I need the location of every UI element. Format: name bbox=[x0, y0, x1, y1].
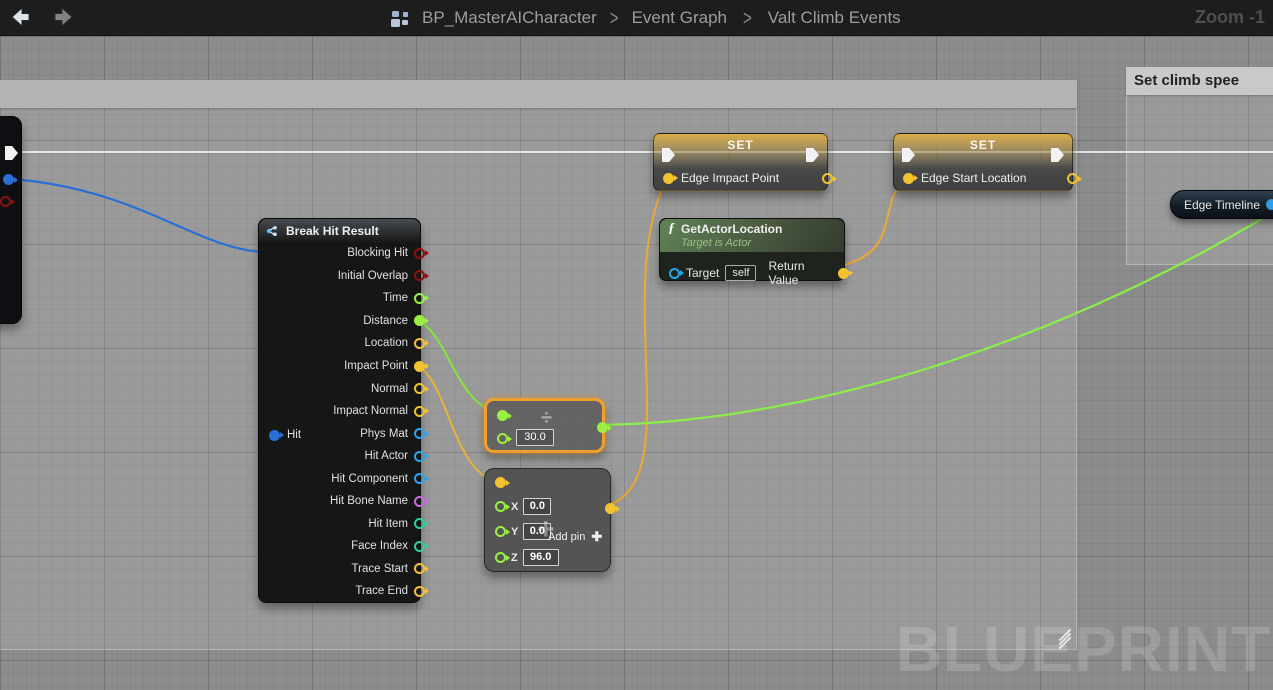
pin-label: Trace Start bbox=[352, 563, 408, 575]
node-add-vector[interactable]: + X 0.0 Y 0.0 Z 96.0 Add pin ✚ bbox=[484, 468, 611, 572]
pin-label: Edge Impact Point bbox=[681, 171, 779, 185]
function-icon: ƒ bbox=[668, 222, 675, 236]
divide-operator-glyph: ÷ bbox=[541, 407, 552, 430]
node-edge-timeline[interactable]: Edge Timeline bbox=[1170, 190, 1273, 219]
hit-bone-name-pin[interactable] bbox=[414, 496, 425, 507]
node-divide[interactable]: ÷ 30.0 bbox=[484, 398, 605, 453]
alignment-guide-line bbox=[0, 151, 1273, 153]
node-title: SET bbox=[894, 138, 1072, 152]
vector-input-pin[interactable] bbox=[495, 477, 506, 488]
node-subtitle: Target is Actor bbox=[681, 237, 782, 249]
blocking-hit-pin[interactable] bbox=[414, 248, 425, 259]
axis-label: X bbox=[511, 501, 518, 513]
node-title: GetActorLocation bbox=[681, 222, 782, 236]
pin-label: Trace End bbox=[355, 585, 408, 597]
pin-label: Phys Mat bbox=[360, 428, 408, 440]
pin-label: Blocking Hit bbox=[347, 247, 408, 259]
location-pin[interactable] bbox=[414, 338, 425, 349]
comment-box-climb-header[interactable]: Set climb spee bbox=[1126, 67, 1273, 95]
breadcrumb: BP_MasterAICharacter > Event Graph > Val… bbox=[390, 0, 901, 36]
node-set-edge-start-location[interactable]: SET Edge Start Location bbox=[893, 133, 1073, 191]
dividend-input-pin[interactable] bbox=[497, 410, 508, 421]
target-self-field[interactable]: self bbox=[725, 265, 756, 281]
divisor-input-pin[interactable] bbox=[497, 433, 508, 444]
y-input-pin[interactable] bbox=[495, 526, 506, 537]
break-struct-icon bbox=[266, 225, 280, 237]
add-pin-label: Add pin bbox=[548, 531, 585, 543]
pin-label: Target bbox=[686, 266, 719, 280]
node-set-edge-impact-point[interactable]: SET Edge Impact Point bbox=[653, 133, 828, 191]
title-bar: BP_MasterAICharacter > Event Graph > Val… bbox=[0, 0, 1273, 36]
comment-box-main-header[interactable] bbox=[0, 80, 1077, 108]
value-input-pin[interactable] bbox=[903, 173, 914, 184]
target-input-pin[interactable] bbox=[669, 268, 680, 279]
node-header: ƒ GetActorLocation Target is Actor bbox=[660, 219, 844, 252]
pin-label: Edge Start Location bbox=[921, 171, 1026, 185]
comment-resize-handle[interactable] bbox=[1057, 632, 1073, 646]
node-title: SET bbox=[654, 138, 827, 152]
output-pin-list: Blocking Hit Initial Overlap Time Distan… bbox=[259, 242, 420, 603]
comment-box-climb-body bbox=[1126, 95, 1273, 265]
clipped-left-node[interactable] bbox=[0, 116, 22, 324]
axis-label: Z bbox=[511, 552, 518, 564]
add-pin-button[interactable]: Add pin ✚ bbox=[548, 529, 602, 545]
impact-point-pin[interactable] bbox=[414, 361, 425, 372]
node-get-actor-location[interactable]: ƒ GetActorLocation Target is Actor Targe… bbox=[659, 218, 845, 281]
pin-label: Face Index bbox=[351, 540, 408, 552]
pin-label: Hit Component bbox=[331, 473, 408, 485]
x-input-pin[interactable] bbox=[495, 501, 506, 512]
plus-icon: ✚ bbox=[591, 529, 602, 545]
zoom-level-indicator: Zoom -1 bbox=[1195, 7, 1265, 28]
bool-out-pin[interactable] bbox=[0, 196, 11, 207]
z-value-field[interactable]: 96.0 bbox=[523, 549, 559, 566]
blueprint-asset-icon bbox=[390, 10, 410, 27]
breadcrumb-separator: > bbox=[610, 6, 619, 30]
hit-actor-pin[interactable] bbox=[414, 451, 425, 462]
value-input-pin[interactable] bbox=[663, 173, 674, 184]
value-output-pin[interactable] bbox=[1067, 173, 1078, 184]
result-output-pin[interactable] bbox=[597, 422, 608, 433]
return-value-pin[interactable] bbox=[838, 268, 849, 279]
z-input-pin[interactable] bbox=[495, 552, 506, 563]
pin-label: Distance bbox=[363, 315, 408, 327]
trace-end-pin[interactable] bbox=[414, 586, 425, 597]
back-arrow-button[interactable] bbox=[8, 5, 32, 29]
pin-label: Impact Normal bbox=[333, 405, 408, 417]
normal-pin[interactable] bbox=[414, 383, 425, 394]
value-output-pin[interactable] bbox=[822, 173, 833, 184]
forward-arrow-button[interactable] bbox=[52, 5, 76, 29]
axis-label: Y bbox=[511, 526, 518, 538]
graph-canvas[interactable]: BLUEPRINT Set climb spee bbox=[0, 36, 1273, 690]
breadcrumb-subgraph[interactable]: Valt Climb Events bbox=[768, 8, 901, 28]
x-value-field[interactable]: 0.0 bbox=[523, 498, 551, 515]
divisor-value-field[interactable]: 30.0 bbox=[516, 429, 554, 446]
pin-label: Hit Actor bbox=[365, 450, 408, 462]
node-title: Edge Timeline bbox=[1184, 198, 1260, 212]
pin-label: Hit Bone Name bbox=[330, 495, 408, 507]
node-title: Break Hit Result bbox=[286, 224, 379, 238]
pin-label: Impact Point bbox=[344, 360, 408, 372]
hit-result-out-pin[interactable] bbox=[3, 174, 14, 185]
node-break-hit-result[interactable]: Break Hit Result Hit Blocking Hit Initia… bbox=[258, 218, 421, 603]
node-header: Break Hit Result bbox=[259, 219, 420, 243]
breadcrumb-asset[interactable]: BP_MasterAICharacter bbox=[422, 8, 597, 28]
pin-label: Normal bbox=[371, 383, 408, 395]
pin-label: Time bbox=[383, 292, 408, 304]
pin-label: Return Value bbox=[768, 259, 832, 287]
pin-label: Location bbox=[365, 337, 408, 349]
face-index-pin[interactable] bbox=[414, 541, 425, 552]
exec-out-pin[interactable] bbox=[5, 146, 18, 160]
breadcrumb-separator: > bbox=[743, 6, 752, 30]
pin-label: Initial Overlap bbox=[338, 270, 408, 282]
impact-normal-pin[interactable] bbox=[414, 406, 425, 417]
time-pin[interactable] bbox=[414, 293, 425, 304]
pin-label: Hit Item bbox=[368, 518, 408, 530]
breadcrumb-graph[interactable]: Event Graph bbox=[632, 8, 727, 28]
result-output-pin[interactable] bbox=[605, 503, 616, 514]
timeline-output-pin[interactable] bbox=[1266, 199, 1273, 210]
